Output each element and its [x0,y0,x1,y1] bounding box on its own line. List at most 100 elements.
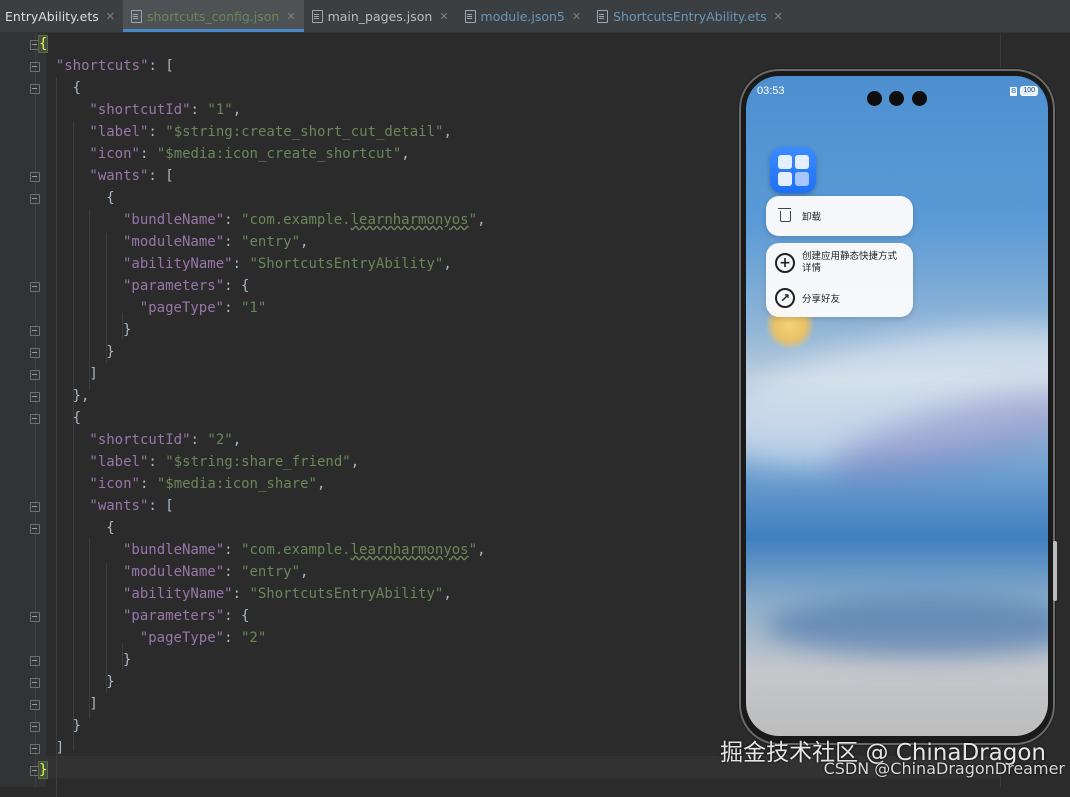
fold-toggle-icon[interactable] [30,612,40,622]
fold-toggle-icon[interactable] [30,502,40,512]
code-line[interactable]: "wants": [ [89,165,173,187]
code-line[interactable]: "bundleName": "com.example.learnharmonyo… [123,209,486,231]
code-line[interactable]: "pageType": "1" [140,297,266,319]
code-line[interactable]: "shortcutId": "1", [89,99,241,121]
status-time: 03:53 [757,85,785,97]
share-label: 分享好友 [802,294,841,305]
watermark-csdn: CSDN @ChinaDragonDreamer [823,759,1065,778]
wallpaper-cloud [766,596,1048,656]
code-line[interactable]: "bundleName": "com.example.learnharmonyo… [123,539,486,561]
code-line[interactable]: "label": "$string:share_friend", [89,451,359,473]
trash-icon [774,205,796,227]
fold-toggle-icon[interactable] [30,326,40,336]
code-line[interactable]: { [73,77,81,99]
side-button [1053,541,1057,601]
code-line[interactable]: ] [89,693,97,715]
code-line[interactable]: "icon": "$media:icon_create_shortcut", [89,143,409,165]
fold-toggle-icon[interactable] [30,678,40,688]
code-line[interactable]: "label": "$string:create_short_cut_detai… [89,121,451,143]
code-line[interactable]: } [123,319,131,341]
code-line[interactable]: "moduleName": "entry", [123,561,308,583]
fold-toggle-icon[interactable] [30,62,40,72]
close-icon[interactable]: ✕ [106,10,115,23]
indent-guide [89,539,90,719]
add-shortcut-icon: + [774,252,796,274]
code-line[interactable]: "shortcuts": [ [56,55,174,77]
uninstall-item[interactable]: 卸载 [766,196,913,236]
tab-module-json5[interactable]: module.json5 ✕ [457,0,590,32]
code-line[interactable]: ] [56,737,64,759]
code-line[interactable]: } [73,715,81,737]
tab-label: main_pages.json [327,8,433,24]
fold-toggle-icon[interactable] [30,40,40,50]
code-line[interactable]: "moduleName": "entry", [123,231,308,253]
close-icon[interactable]: ✕ [286,10,295,23]
share-icon: ↗ [774,287,796,309]
fold-toggle-icon[interactable] [30,172,40,182]
code-line[interactable]: } [106,341,114,363]
shortcut-menu: + 创建应用静态快捷方式详情 ↗ 分享好友 [766,243,913,317]
close-icon[interactable]: ✕ [774,10,783,23]
fold-toggle-icon[interactable] [30,84,40,94]
code-line[interactable]: ] [89,363,97,385]
code-line[interactable]: } [106,671,114,693]
json-file-icon [310,9,323,23]
app-icon-tile [795,155,809,169]
indent-guide [56,77,57,797]
code-line[interactable]: { [37,33,49,55]
phone-screen[interactable]: 03:53 B 100 卸载 + 创建应用静态快捷方式详情 ↗ 分享好友 [746,76,1048,736]
code-line[interactable]: }, [73,385,90,407]
gutter-divider [35,33,36,787]
fold-toggle-icon[interactable] [30,414,40,424]
fold-toggle-icon[interactable] [30,282,40,292]
fold-toggle-icon[interactable] [30,722,40,732]
close-icon[interactable]: ✕ [572,10,581,23]
code-line[interactable]: "parameters": { [123,275,249,297]
fold-toggle-icon[interactable] [30,194,40,204]
camera-dot [912,91,927,106]
fold-toggle-icon[interactable] [30,392,40,402]
tab-label: EntryAbility.ets [5,8,99,24]
status-indicators: B 100 [1010,86,1038,96]
close-icon[interactable]: ✕ [439,10,448,23]
uninstall-menu: 卸载 [766,196,913,236]
tab-shortcuts-config[interactable]: shortcuts_config.json ✕ [122,0,304,32]
code-line[interactable]: { [73,407,81,429]
code-line[interactable]: "shortcutId": "2", [89,429,241,451]
indent-guide [73,451,74,751]
tab-entryability[interactable]: EntryAbility.ets ✕ [0,0,123,32]
fold-toggle-icon[interactable] [30,348,40,358]
json-file-icon [463,9,476,23]
device-preview: 03:53 B 100 卸载 + 创建应用静态快捷方式详情 ↗ 分享好友 [741,71,1057,743]
code-line[interactable]: "pageType": "2" [140,627,266,649]
code-line[interactable]: "abilityName": "ShortcutsEntryAbility", [123,253,452,275]
indent-guide [89,209,90,389]
fold-toggle-icon[interactable] [30,370,40,380]
fold-toggle-icon[interactable] [30,766,40,776]
code-line[interactable]: "icon": "$media:icon_share", [89,473,325,495]
camera-dot [867,91,882,106]
app-icon[interactable] [770,147,816,193]
tab-label: shortcuts_config.json [146,8,280,24]
sim-icon: B [1010,86,1018,96]
code-line[interactable]: } [123,649,131,671]
tab-shortcuts-entryability[interactable]: ShortcutsEntryAbility.ets ✕ [589,0,791,32]
code-line[interactable]: "wants": [ [89,495,173,517]
fold-toggle-icon[interactable] [30,744,40,754]
app-icon-tile [778,172,792,186]
fold-toggle-icon[interactable] [30,656,40,666]
fold-toggle-icon[interactable] [30,524,40,534]
editor-gutter [0,33,46,787]
fold-toggle-icon[interactable] [30,700,40,710]
code-line[interactable]: } [37,759,49,781]
code-line[interactable]: { [106,187,114,209]
tab-main-pages[interactable]: main_pages.json ✕ [304,0,457,32]
code-line[interactable]: "abilityName": "ShortcutsEntryAbility", [123,583,452,605]
share-item[interactable]: ↗ 分享好友 [766,283,913,313]
app-icon-tile [778,155,792,169]
camera-dot [889,91,904,106]
uninstall-label: 卸载 [802,212,822,223]
create-shortcut-item[interactable]: + 创建应用静态快捷方式详情 [766,243,913,283]
code-line[interactable]: "parameters": { [123,605,249,627]
code-line[interactable]: { [106,517,114,539]
